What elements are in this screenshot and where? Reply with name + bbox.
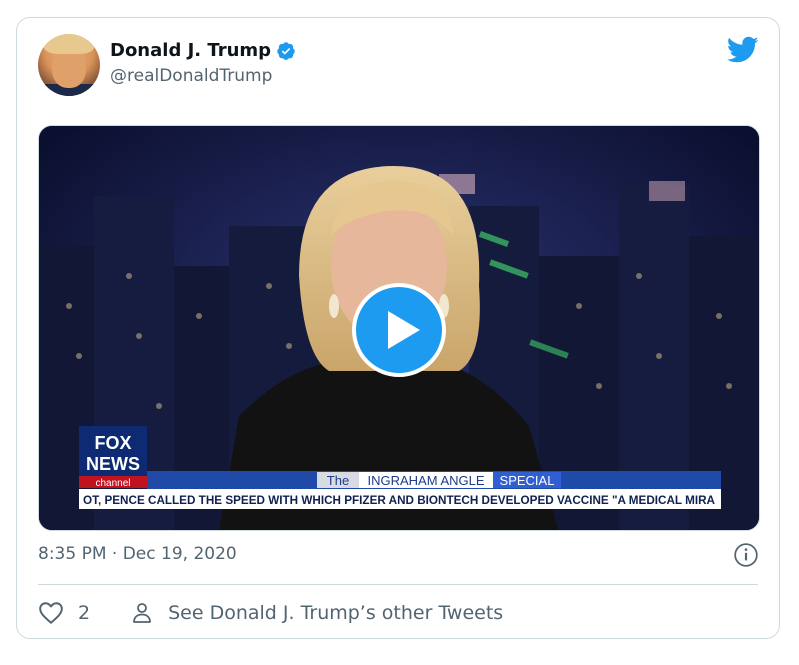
author-name-label[interactable]: Donald J. Trump — [110, 40, 271, 61]
divider — [38, 584, 758, 585]
person-icon — [133, 603, 151, 623]
show-title-the: The — [327, 473, 349, 488]
verified-badge-icon — [277, 41, 295, 60]
avatar[interactable] — [38, 34, 100, 96]
tweet-actions: 2 See Donald J. Trump’s other Tweets — [38, 598, 503, 628]
logo-middle: NEWS — [86, 454, 140, 474]
tweet-timestamp[interactable]: 8:35 PM · Dec 19, 2020 — [38, 544, 237, 564]
see-other-tweets-link[interactable]: See Donald J. Trump’s other Tweets — [168, 602, 503, 624]
logo-top: FOX — [94, 433, 131, 453]
twitter-bird-icon[interactable] — [727, 36, 759, 64]
tweet-card: Donald J. Trump @realDonaldTrump FOX NEW… — [16, 17, 780, 639]
show-title-main: INGRAHAM ANGLE — [367, 473, 484, 488]
video-player[interactable]: FOX NEWS channel The INGRAHAM ANGLE SPEC… — [38, 125, 760, 531]
news-ticker: OT, PENCE CALLED THE SPEED WITH WHICH PF… — [83, 493, 715, 507]
heart-icon[interactable] — [38, 601, 64, 625]
author-name[interactable]: Donald J. Trump — [110, 40, 296, 61]
show-title-special: SPECIAL — [500, 473, 555, 488]
like-count[interactable]: 2 — [78, 602, 90, 624]
info-icon[interactable] — [733, 542, 759, 568]
logo-bottom: channel — [95, 478, 130, 489]
play-icon[interactable] — [352, 283, 446, 377]
author-handle[interactable]: @realDonaldTrump — [110, 66, 272, 86]
